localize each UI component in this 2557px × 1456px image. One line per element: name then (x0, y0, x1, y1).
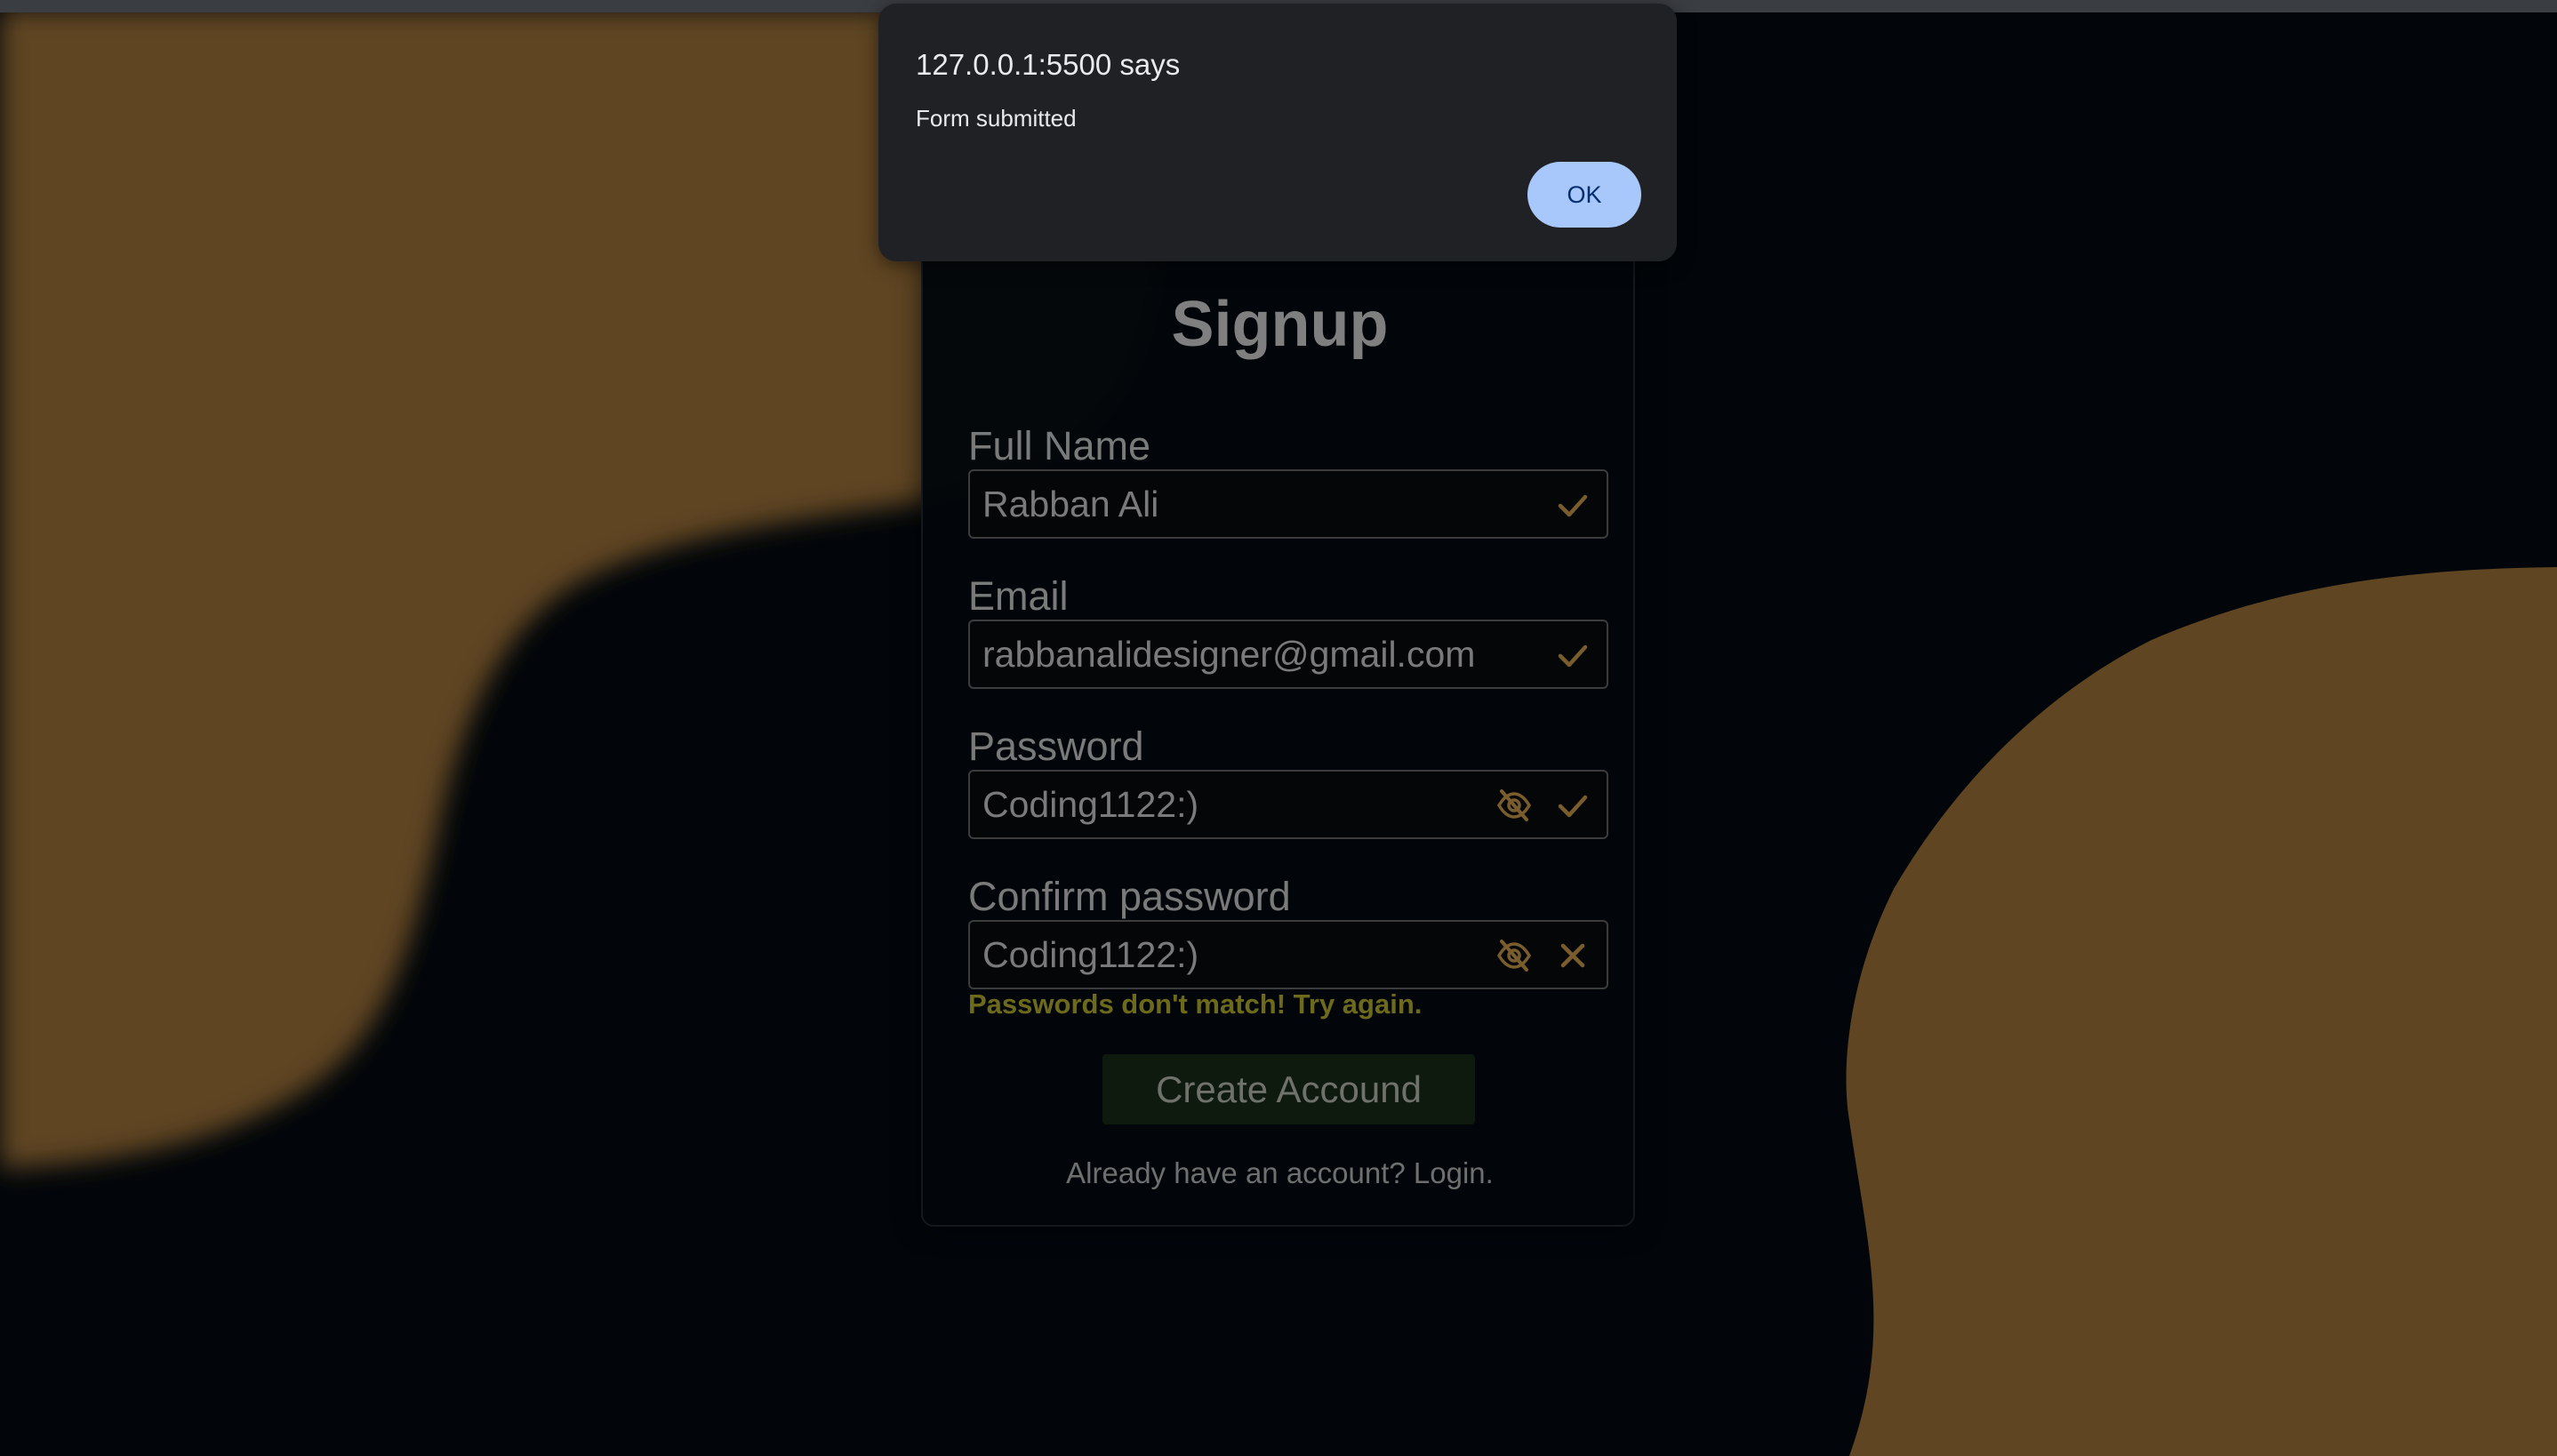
create-account-button[interactable]: Create Accound (1102, 1054, 1475, 1124)
full-name-input[interactable]: Rabban Ali (968, 469, 1608, 539)
confirm-password-label: Confirm password (968, 874, 1291, 919)
password-input[interactable]: Coding1122:) (968, 770, 1608, 839)
eye-slash-icon[interactable] (1496, 938, 1532, 973)
check-icon (1555, 637, 1591, 673)
close-icon (1555, 938, 1591, 973)
email-value: rabbanalidesigner@gmail.com (982, 634, 1476, 675)
check-icon (1555, 487, 1591, 523)
eye-slash-icon[interactable] (1496, 788, 1532, 823)
password-error-message: Passwords don't match! Try again. (968, 988, 1423, 1020)
dialog-message: Form submitted (916, 105, 1077, 132)
check-icon (1555, 788, 1591, 823)
background-blob-right (1846, 567, 2557, 1456)
full-name-value: Rabban Ali (982, 484, 1159, 524)
signup-card: Signup Full Name Rabban Ali Email rabban… (921, 204, 1635, 1227)
full-name-label: Full Name (968, 423, 1151, 468)
alert-dialog: 127.0.0.1:5500 says Form submitted OK (878, 4, 1677, 261)
password-label: Password (968, 724, 1144, 769)
login-link[interactable]: Already have an account? Login. (923, 1156, 1637, 1190)
password-value: Coding1122:) (982, 784, 1199, 825)
dialog-title: 127.0.0.1:5500 says (916, 48, 1181, 81)
page: Signup Full Name Rabban Ali Email rabban… (0, 0, 2557, 1456)
confirm-password-input[interactable]: Coding1122:) (968, 920, 1608, 989)
confirm-password-value: Coding1122:) (982, 934, 1199, 975)
ok-button[interactable]: OK (1527, 162, 1641, 228)
email-label: Email (968, 573, 1069, 619)
form-title: Signup (1171, 289, 1389, 360)
email-input[interactable]: rabbanalidesigner@gmail.com (968, 620, 1608, 689)
